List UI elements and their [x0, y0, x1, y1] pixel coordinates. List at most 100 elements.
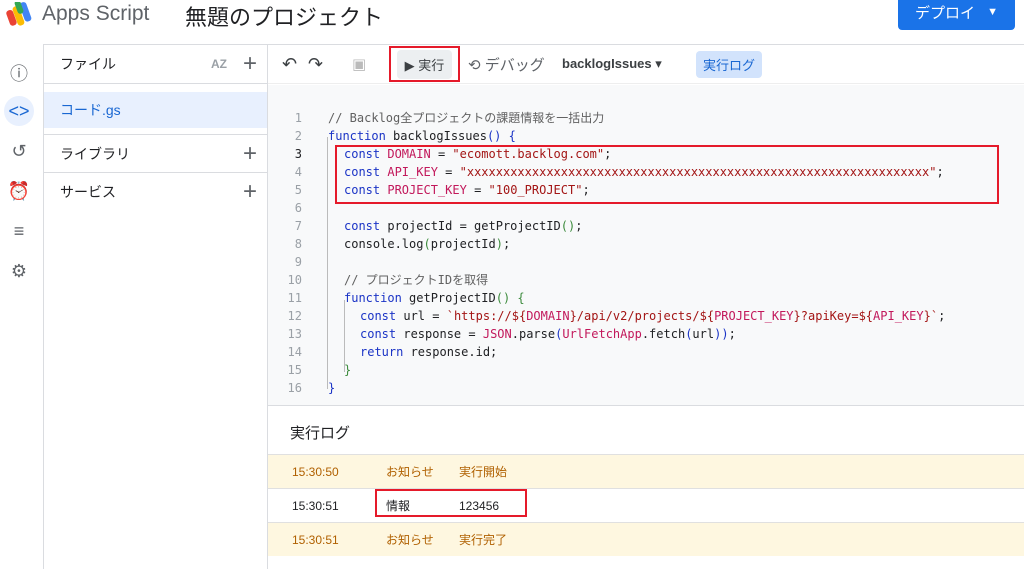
- code-token: =: [466, 183, 489, 197]
- file-sidebar: ファイル AZ + コード.gs ライブラリ + サービス +: [44, 44, 268, 569]
- highlight-box-log: [375, 489, 527, 517]
- alarm-icon[interactable]: ⏰: [4, 176, 34, 206]
- line-number: 9: [294, 255, 302, 269]
- redo-icon[interactable]: ↷: [308, 54, 323, 75]
- history-icon[interactable]: ↺: [4, 136, 34, 166]
- line-number: 11: [287, 291, 302, 305]
- code-token: "ecomott.backlog.com": [452, 147, 605, 161]
- code-text: // Backlog全プロジェクトの課題情報を一括出力: [328, 109, 604, 127]
- code-token: .fetch: [641, 327, 686, 341]
- log-level: お知らせ: [386, 533, 434, 547]
- execution-log-panel: 実行ログ 15:30:50 お知らせ 実行開始 15:30:51 情報 123456 15:…: [268, 405, 1024, 569]
- code-line: 4 const API_KEY = "xxxxxxxxxxxxxxxxxxxxxx…: [268, 163, 1024, 181]
- function-select[interactable]: backlogIssues ▾: [562, 56, 662, 72]
- code-line: 7 const projectId = getProjectID();: [268, 217, 1024, 235]
- executions-icon[interactable]: ≡: [4, 216, 34, 246]
- code-text: return response.id;: [360, 343, 497, 361]
- undo-icon[interactable]: ↶: [282, 54, 297, 75]
- line-number: 7: [294, 219, 302, 233]
- file-item-code-gs[interactable]: コード.gs: [44, 92, 267, 128]
- code-token: const: [360, 309, 404, 323]
- app-header: Apps Script 無題のプロジェクト デプロイ ▼: [0, 0, 1024, 44]
- line-number: 15: [287, 363, 302, 377]
- line-number: 14: [287, 345, 302, 359]
- code-token: const: [360, 327, 404, 341]
- debug-button[interactable]: ⟲ デバッグ: [468, 54, 545, 75]
- code-line: 16}: [268, 379, 1024, 397]
- log-row: 15:30:50 お知らせ 実行開始: [268, 454, 1024, 488]
- line-number: 8: [294, 237, 302, 251]
- code-token: DOMAIN: [526, 309, 570, 323]
- code-token: ;: [502, 237, 511, 251]
- line-number: 4: [294, 165, 302, 179]
- gear-icon[interactable]: ⚙: [4, 256, 34, 286]
- code-token: response =: [403, 327, 483, 341]
- log-title: 実行ログ: [290, 425, 351, 442]
- code-token: backlogIssues: [393, 129, 487, 143]
- code-token: () {: [486, 129, 516, 143]
- run-label: 実行: [418, 57, 445, 73]
- code-token: =: [437, 165, 460, 179]
- code-token: ;: [728, 327, 736, 341]
- code-token: ): [495, 237, 503, 251]
- code-line: 5 const PROJECT_KEY = "100_PROJECT";: [268, 181, 1024, 199]
- code-token: .parse: [511, 327, 556, 341]
- save-icon[interactable]: ▣: [352, 55, 366, 73]
- log-level: お知らせ: [386, 465, 434, 479]
- code-token: getProjectID: [409, 291, 496, 305]
- line-number: 6: [294, 201, 302, 215]
- code-token: }/api/v2/projects/${: [569, 309, 715, 323]
- code-text: const projectId = getProjectID();: [344, 217, 582, 235]
- code-line: 1 // Backlog全プロジェクトの課題情報を一括出力: [268, 109, 1024, 127]
- code-text: function backlogIssues() {: [328, 127, 516, 145]
- libraries-heading: ライブラリ: [60, 145, 130, 162]
- log-row: 15:30:51 お知らせ 実行完了: [268, 522, 1024, 556]
- add-file-icon[interactable]: +: [243, 50, 257, 78]
- code-text: // プロジェクトIDを取得: [344, 271, 488, 289]
- code-token: `https://${: [446, 309, 527, 323]
- code-icon[interactable]: <>: [4, 96, 34, 126]
- code-text: console.log(projectId);: [344, 235, 510, 253]
- code-text: }: [328, 379, 335, 397]
- chevron-down-icon: ▼: [987, 6, 998, 18]
- code-text: }: [344, 361, 351, 379]
- project-title[interactable]: 無題のプロジェクト: [185, 0, 383, 32]
- add-service-icon[interactable]: +: [243, 178, 257, 206]
- log-message: 実行開始: [459, 465, 508, 479]
- code-token: ;: [582, 183, 590, 197]
- code-text: const API_KEY = "xxxxxxxxxxxxxxxxxxxxxxx…: [344, 163, 944, 181]
- code-token: DOMAIN: [387, 147, 431, 161]
- execution-log-button[interactable]: 実行ログ: [696, 50, 763, 78]
- code-line: 6: [268, 199, 1024, 217]
- line-number: 12: [287, 309, 302, 323]
- code-line: 3 const DOMAIN = "ecomott.backlog.com";: [268, 145, 1024, 163]
- code-token: ;: [936, 165, 944, 179]
- code-text: function getProjectID() {: [344, 289, 525, 307]
- code-token: }?apiKey=${: [793, 309, 874, 323]
- code-text: const response = JSON.parse(UrlFetchApp.…: [360, 325, 736, 343]
- code-token: const: [344, 219, 388, 233]
- info-icon[interactable]: ⓘ: [4, 58, 34, 88]
- code-line: 15}: [268, 361, 1024, 379]
- code-editor[interactable]: 1 // Backlog全プロジェクトの課題情報を一括出力 2 function ba…: [268, 85, 1024, 405]
- code-token: JSON: [482, 327, 512, 341]
- code-token: =: [430, 147, 453, 161]
- code-token: PROJECT_KEY: [714, 309, 794, 323]
- play-icon: ▶: [404, 57, 415, 73]
- code-line: 9: [268, 253, 1024, 271]
- log-time: 15:30:50: [292, 464, 339, 479]
- editor-toolbar: ↶ ↷ ▣ ▶ 実行 ⟲ デバッグ backlogIssues ▾ 実行ログ: [268, 44, 1024, 84]
- code-token: UrlFetchApp: [562, 327, 642, 341]
- code-line: 11 function getProjectID() {: [268, 289, 1024, 307]
- code-token: ;: [575, 219, 583, 233]
- deploy-button[interactable]: デプロイ ▼: [898, 0, 1015, 30]
- run-button[interactable]: ▶ 実行: [389, 46, 460, 82]
- code-token: "xxxxxxxxxxxxxxxxxxxxxxxxxxxxxxxxxxxxxxx…: [459, 165, 937, 179]
- code-token: PROJECT_KEY: [387, 183, 467, 197]
- files-heading: ファイル: [60, 56, 116, 72]
- add-library-icon[interactable]: +: [243, 140, 257, 168]
- code-token: projectId = getProjectID: [387, 219, 561, 233]
- apps-script-logo: [6, 2, 32, 26]
- sort-az-icon[interactable]: AZ: [211, 57, 227, 71]
- code-token: return: [360, 345, 411, 359]
